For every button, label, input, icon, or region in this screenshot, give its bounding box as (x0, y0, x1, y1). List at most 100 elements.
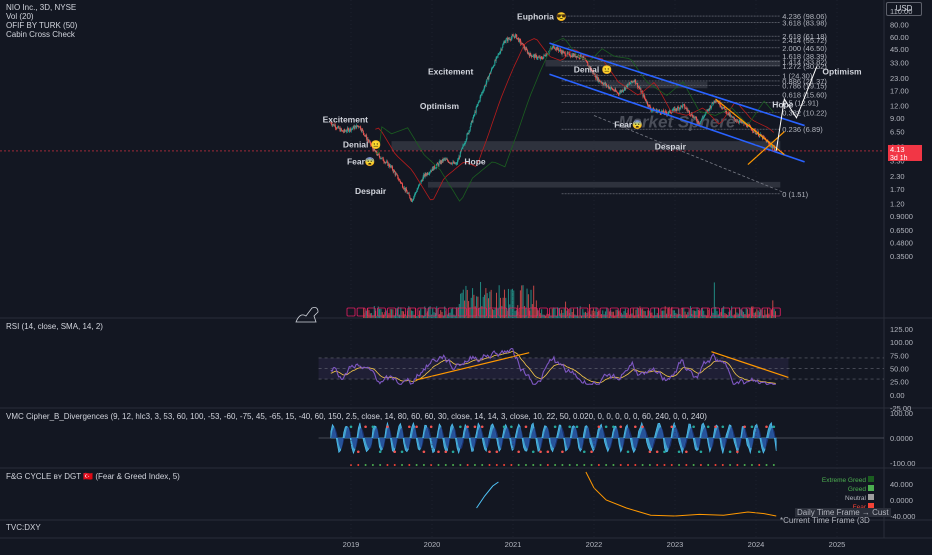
rsi-tick-label: 0.00 (890, 391, 905, 400)
candle-body (522, 43, 524, 44)
candle-body (493, 65, 495, 67)
candle-body (682, 104, 684, 108)
indicator-vol[interactable]: Vol (20) (6, 12, 34, 21)
symbol-title[interactable]: NIO Inc., 3D, NYSE (6, 3, 76, 12)
candle-body (712, 102, 714, 104)
candle-body (502, 44, 504, 48)
candle-body (509, 38, 511, 40)
candle-body (415, 192, 417, 193)
candle-body (494, 60, 496, 66)
candle-body (465, 139, 467, 142)
volume-bar (583, 312, 585, 318)
time-tick-label: 2022 (586, 540, 603, 549)
candle-body (675, 108, 677, 110)
volume-bar (460, 293, 462, 318)
volume-bar (683, 308, 685, 318)
volume-bar (727, 314, 729, 318)
volume-bar (388, 313, 390, 318)
volume-bar (606, 307, 608, 318)
vmc-signal-dot (473, 464, 476, 466)
indicator-cabin[interactable]: Cabin Cross Check (6, 30, 75, 39)
candle-body (461, 148, 463, 151)
candle-body (422, 176, 424, 181)
volume-bar (695, 311, 697, 318)
vmc-signal-dot (743, 464, 746, 466)
volume-bar (472, 288, 474, 318)
price-tick-label: 1.70 (890, 185, 905, 194)
volume-bar (410, 310, 412, 318)
volume-bar (381, 312, 383, 318)
candle-body (535, 54, 537, 56)
vmc-dot (378, 450, 382, 454)
vmc-dot (692, 425, 695, 429)
price-tick-label: 33.00 (890, 58, 909, 67)
volume-bar (522, 285, 524, 318)
fg-title[interactable]: F&G CYCLE ʙʏ DGT 🇹🇷 (Fear & Greed Index,… (6, 472, 180, 481)
volume-bar (655, 314, 657, 318)
candle-body (447, 159, 449, 161)
candle-body (429, 171, 431, 173)
dxy-title[interactable]: TVC:DXY (6, 523, 41, 532)
candle-body (451, 162, 453, 165)
vmc-dot (466, 425, 469, 429)
candle-body (463, 144, 465, 146)
candle-body (383, 160, 385, 162)
volume-bar (489, 291, 491, 318)
volume-bar (561, 309, 563, 318)
rsi-tick-label: 125.00 (890, 325, 913, 334)
vmc-title[interactable]: VMC Cipher_B_Divergences (9, 12, hlc3, 3… (6, 412, 876, 421)
vmc-dot (451, 450, 455, 454)
candle-body (483, 90, 485, 92)
vmc-signal-dot (634, 464, 637, 466)
vmc-signal-dot (437, 464, 440, 466)
volume-bar (503, 289, 505, 318)
candle-body (483, 87, 485, 91)
currency-button[interactable]: USD (886, 2, 922, 16)
candle-body (479, 100, 481, 102)
volume-bar (635, 309, 637, 318)
price-tick-label: 0.3500 (890, 252, 913, 261)
candle-body (700, 119, 702, 121)
volume-bar (573, 308, 575, 318)
fg-note-2: *Current Time Frame (3D (780, 516, 870, 525)
volume-bar (392, 309, 394, 318)
candle-body (346, 131, 348, 132)
volume-bar (774, 311, 776, 318)
vmc-dot (386, 425, 389, 429)
volume-bar (433, 312, 435, 318)
indicator-ofif[interactable]: OFIF BY TURK (50) (6, 21, 77, 30)
vmc-signal-dot (554, 464, 557, 466)
candle-body (401, 183, 403, 188)
candle-body (457, 159, 459, 161)
candle-body (603, 83, 605, 85)
candle-body (492, 67, 494, 69)
candle-body (433, 165, 435, 169)
time-tick-label: 2019 (343, 540, 360, 549)
cycle-annotation: Hope (464, 157, 486, 167)
candle-body (392, 166, 394, 170)
candle-body (684, 105, 686, 109)
volume-bar (663, 310, 665, 318)
volume-bar (371, 313, 373, 318)
volume-bar (764, 309, 766, 318)
volume-bar (485, 288, 487, 318)
volume-bar (379, 308, 381, 318)
candle-body (399, 181, 401, 183)
candle-body (418, 184, 420, 186)
candle-body (695, 116, 697, 119)
vmc-signal-dot (568, 464, 571, 466)
candle-body (502, 43, 504, 45)
volume-bar (623, 311, 625, 318)
support-zone (427, 181, 781, 188)
volume-bar (440, 310, 442, 318)
chart-canvas[interactable]: 110.0080.0060.0045.0033.0023.0017.0012.0… (0, 0, 932, 550)
rsi-title[interactable]: RSI (14, close, SMA, 14, 2) (6, 322, 103, 331)
volume-bar (420, 308, 422, 318)
rsi-tick-label: 25.00 (890, 378, 909, 387)
candle-body (496, 55, 498, 57)
candle-body (492, 65, 494, 68)
candle-body (469, 130, 471, 131)
vmc-dot (604, 425, 608, 429)
candle-body (702, 117, 704, 119)
volume-bar (365, 310, 367, 318)
